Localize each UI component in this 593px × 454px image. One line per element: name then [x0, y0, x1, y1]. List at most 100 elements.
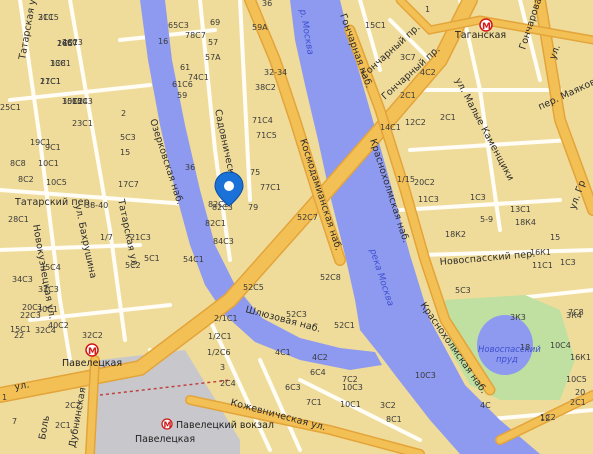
building-number: 18	[520, 343, 530, 352]
building-number: 7	[12, 417, 17, 426]
building-number: 3	[220, 363, 225, 372]
street-tatarsky-per: Татарский пер.	[14, 197, 93, 208]
building-number: 2С1	[55, 421, 71, 430]
building-number: 18К4	[515, 218, 536, 227]
building-number: 28С1	[8, 215, 29, 224]
building-number: 61	[180, 63, 190, 72]
building-number: 82С1	[205, 219, 226, 228]
building-number: 18К2	[445, 230, 466, 239]
building-number: 8С1	[386, 415, 402, 424]
building-number: 11С3	[418, 195, 439, 204]
building-number: 14С1	[380, 123, 401, 132]
building-number: 52С3	[286, 310, 307, 319]
building-number: 5С3	[120, 133, 136, 142]
building-number: 10С5	[566, 375, 587, 384]
map-view[interactable]: р. Москва река Москва Новоспасский пруд …	[0, 0, 593, 454]
building-number: 2С1	[570, 398, 586, 407]
building-number: 36	[262, 0, 272, 8]
building-number: 52С7	[297, 213, 318, 222]
building-number: 13С1	[510, 205, 531, 214]
building-number: 21С3	[130, 233, 151, 242]
building-number: 23С1	[72, 119, 93, 128]
building-number: 4С1	[275, 348, 291, 357]
building-number: 20	[575, 388, 585, 397]
building-number: 8С8	[10, 159, 26, 168]
building-number: 2С4	[220, 379, 236, 388]
building-number: 20С2	[414, 178, 435, 187]
building-number: 1/7	[100, 233, 113, 242]
building-number: 25С1	[0, 103, 21, 112]
building-number: 3К3	[510, 313, 526, 322]
map-canvas[interactable]: р. Москва река Москва Новоспасский пруд …	[0, 0, 593, 454]
building-number: 1	[425, 5, 430, 14]
building-number: 1С5	[57, 39, 73, 48]
building-number: 9С1	[45, 143, 61, 152]
building-number: 5С2	[125, 261, 141, 270]
svg-text:Таганская: Таганская	[454, 30, 506, 41]
building-number: 16К1	[570, 353, 591, 362]
building-number: 10С3	[415, 371, 436, 380]
building-number: 52С5	[243, 283, 264, 292]
building-number: 10С4	[550, 341, 571, 350]
building-number: 65С3	[168, 21, 189, 30]
building-number: 3С7	[400, 53, 416, 62]
building-number: 59	[177, 91, 187, 100]
building-number: 1/15	[397, 175, 415, 184]
building-number: 16К1	[530, 248, 551, 257]
building-number: 5-9	[480, 215, 493, 224]
building-number: 1/2С1	[208, 332, 232, 341]
station-paveletsky-vokzal[interactable]: М Павелецкий вокзал	[161, 418, 274, 431]
building-number: 7С2	[342, 375, 358, 384]
building-number: 6С3	[285, 383, 301, 392]
building-number: 32С3	[38, 285, 59, 294]
building-number: 1	[2, 393, 7, 402]
svg-text:Павелецкая: Павелецкая	[62, 358, 122, 369]
building-number: 57	[208, 38, 218, 47]
building-number: 71С5	[256, 131, 277, 140]
building-number: 35С4	[40, 263, 61, 272]
building-number: 84С3	[213, 237, 234, 246]
building-number: 7С1	[306, 398, 322, 407]
pond-label-1: Новоспасский	[478, 345, 541, 355]
building-number: 17С7	[118, 180, 139, 189]
building-number: 1С3	[470, 193, 486, 202]
building-number: 78С7	[185, 31, 206, 40]
building-number: 38С2	[255, 83, 276, 92]
building-number: 57А	[205, 53, 221, 62]
building-number: 74С1	[188, 73, 209, 82]
building-number: 4С2	[312, 353, 328, 362]
building-number: 1/2С6	[207, 348, 231, 357]
building-number: 10С5	[46, 178, 67, 187]
building-number: 1С4	[72, 97, 88, 106]
paveletskaya-square-label: Павелецкая	[135, 434, 195, 445]
building-number: 16	[158, 37, 168, 46]
building-number: 59А	[252, 23, 268, 32]
building-number: 32С2	[82, 331, 103, 340]
building-number: 54С1	[183, 255, 204, 264]
building-number: 1С3	[560, 258, 576, 267]
building-number: 4С	[480, 401, 491, 410]
building-number: 5С1	[144, 254, 160, 263]
building-number: 11С1	[40, 77, 61, 86]
building-number: 10С1	[340, 400, 361, 409]
building-number: 77С1	[260, 183, 281, 192]
building-number: 34С3	[12, 275, 33, 284]
svg-text:М: М	[88, 347, 97, 357]
building-number: 8С2	[18, 175, 34, 184]
building-number: 2С2	[65, 401, 81, 410]
building-number: 22С3	[20, 311, 41, 320]
building-number: 4С2	[420, 68, 436, 77]
building-number: 6С4	[310, 368, 326, 377]
pond-label-2: пруд	[496, 355, 518, 365]
building-number: 3С1	[38, 13, 54, 22]
building-number: 3С2	[380, 401, 396, 410]
building-number: 15	[550, 233, 560, 242]
building-number: 22	[14, 331, 24, 340]
building-number: 2С1	[440, 113, 456, 122]
building-number: 15	[120, 148, 130, 157]
building-number: 10С1	[38, 159, 59, 168]
building-number: 38-40	[85, 201, 108, 210]
building-number: 75	[250, 168, 260, 177]
building-number: 36	[185, 163, 195, 172]
building-number: 7С8	[568, 308, 584, 317]
